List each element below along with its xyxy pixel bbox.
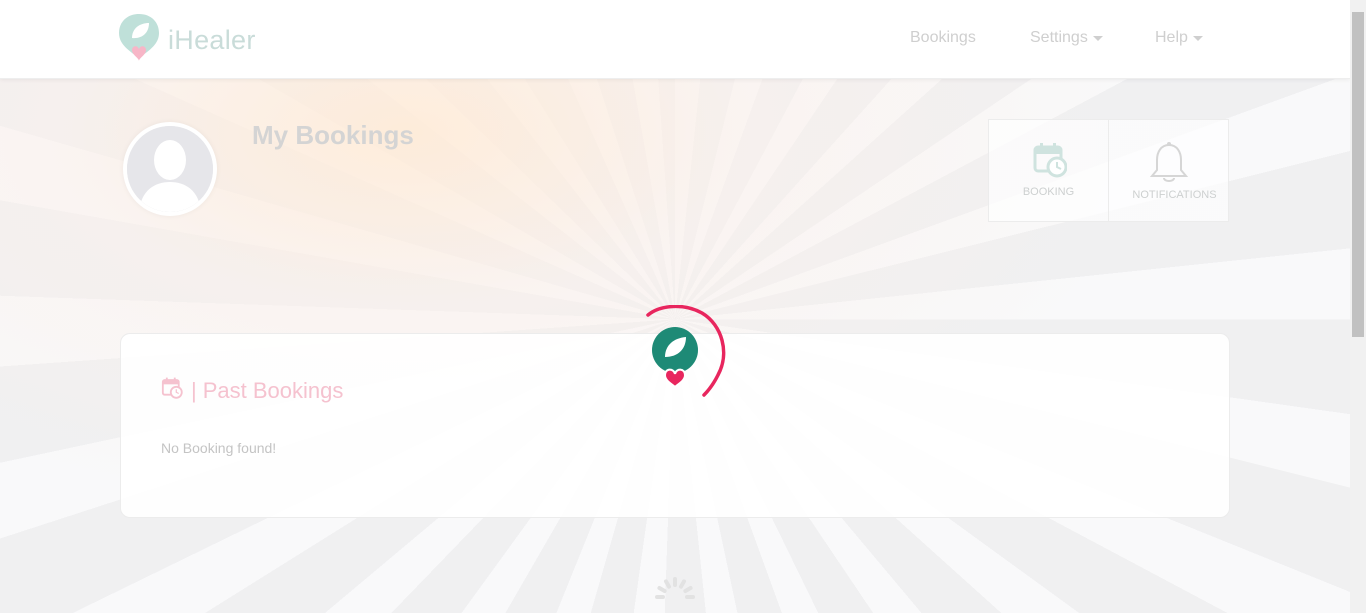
loading-overlay [640,304,728,399]
brand-name: iHealer [168,25,256,55]
past-bookings-title: Past Bookings [202,378,344,403]
brand-link[interactable]: iHealer [118,12,256,69]
user-avatar-icon [127,126,213,212]
notifications-tile-label: NOTIFICATIONS [1132,189,1217,201]
ihealer-logo-icon [118,12,160,69]
loading-dots-spinner [652,575,698,613]
chevron-down-icon [1092,36,1103,41]
nav-bookings-label: Bookings [910,29,976,46]
avatar[interactable] [123,122,217,216]
nav-bookings-link[interactable]: Bookings [910,29,976,47]
booking-tile-label: BOOKING [1022,186,1075,198]
notifications-tile[interactable]: NOTIFICATIONS [1108,119,1229,222]
nav-settings-dropdown[interactable]: Settings [1030,29,1103,47]
heading-separator: | [191,378,197,403]
bell-icon [1149,142,1189,189]
calendar-clock-icon [1033,142,1068,183]
top-navbar: iHealer Bookings Settings Help [0,0,1350,79]
past-bookings-heading: | Past Bookings [161,377,343,405]
page-title: My Bookings [252,120,414,150]
chevron-down-icon [1192,36,1203,41]
vertical-scrollbar[interactable] [1350,0,1366,613]
empty-state-message: No Booking found! [161,440,277,456]
nav-help-dropdown[interactable]: Help [1155,29,1203,47]
scrollbar-thumb[interactable] [1352,12,1364,337]
booking-tile[interactable]: BOOKING [988,119,1109,222]
loading-spinner-icon [640,304,728,403]
nav-help-label: Help [1155,29,1188,46]
nav-settings-label: Settings [1030,29,1088,46]
calendar-clock-icon [161,377,183,405]
